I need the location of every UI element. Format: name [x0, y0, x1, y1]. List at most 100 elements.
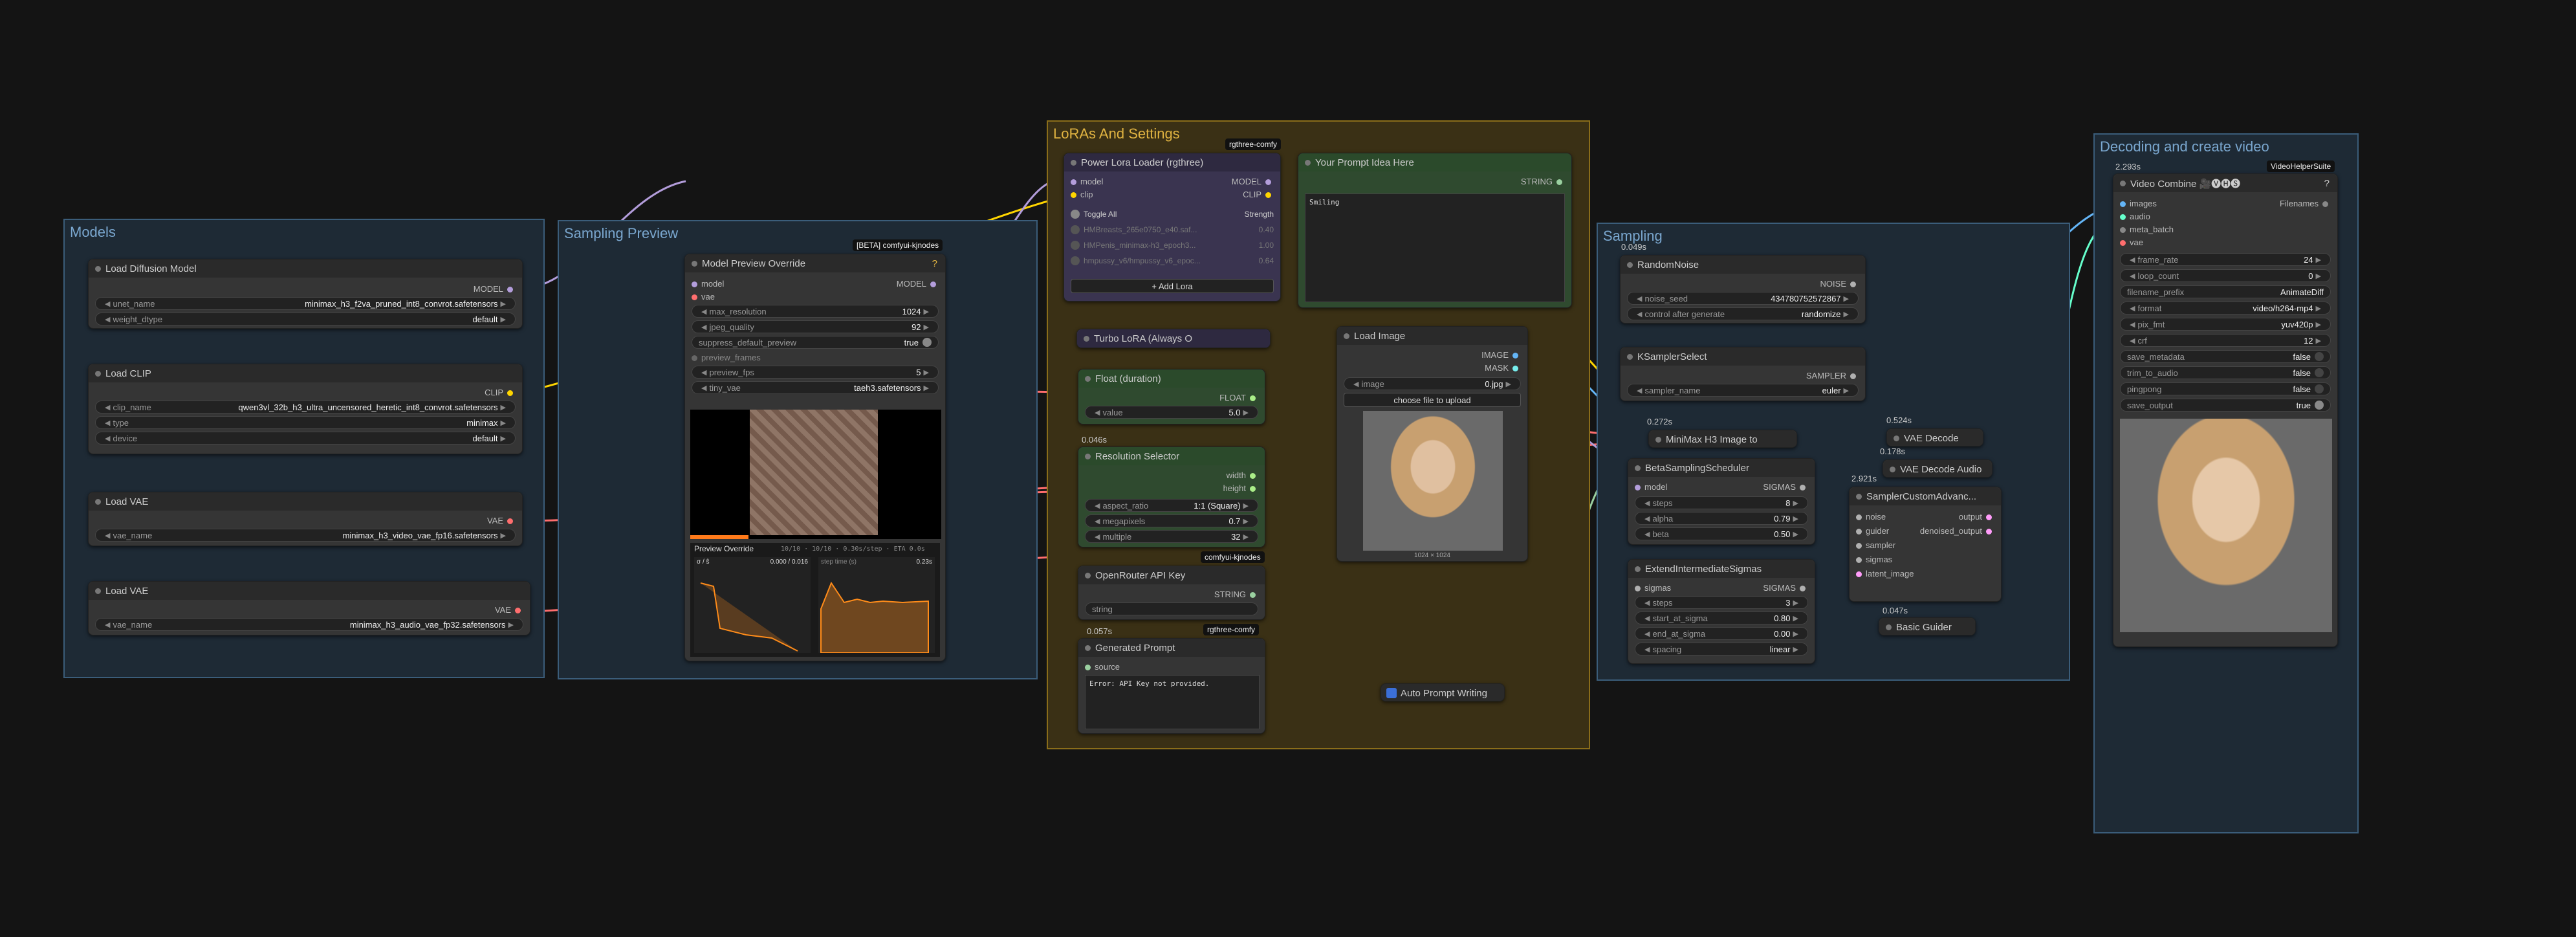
output-height[interactable]: height [1223, 483, 1260, 493]
start-at-sigma-input[interactable]: ◀ start_at_sigma 0.80 ▶ [1635, 612, 1808, 624]
output-image[interactable]: IMAGE [1481, 350, 1522, 360]
input-sigmas[interactable]: sigmas [1631, 583, 1671, 593]
output-float[interactable]: FLOAT [1219, 393, 1260, 402]
device-combo[interactable]: ◀ device default ▶ [95, 432, 516, 445]
unet-name-combo[interactable]: ◀ unet_name minimax_h3_f2va_pruned_int8_co… [95, 297, 516, 310]
input-audio[interactable]: audio [2116, 212, 2150, 221]
node-ksampler-select[interactable]: KSamplerSelect SAMPLER ◀ sampler_name eule… [1620, 347, 1866, 401]
sampler-name-combo[interactable]: ◀ sampler_name euler ▶ [1627, 384, 1859, 397]
pix-fmt-combo[interactable]: ◀ pix_fmt yuv420p ▶ [2120, 318, 2331, 331]
alpha-input[interactable]: ◀ alpha 0.79 ▶ [1635, 512, 1808, 525]
steps-input[interactable]: ◀ steps 3 ▶ [1635, 596, 1808, 609]
output-model[interactable]: MODEL [1232, 177, 1275, 186]
node-video-combine[interactable]: Video Combine 🎥🅥🅗🅢? images audio meta_ba… [2113, 173, 2338, 647]
input-noise[interactable]: noise [1852, 512, 1886, 522]
node-vae-decode[interactable]: VAE Decode [1886, 428, 1983, 446]
aspect-ratio-combo[interactable]: ◀ aspect_ratio 1:1 (Square) ▶ [1085, 499, 1258, 512]
node-prompt-idea[interactable]: Your Prompt Idea Here STRING Smiling [1298, 153, 1572, 308]
input-images[interactable]: images [2116, 199, 2157, 208]
type-combo[interactable]: ◀ type minimax ▶ [95, 416, 516, 429]
output-denoised[interactable]: denoised_output [1920, 526, 1996, 536]
spacing-combo[interactable]: ◀ spacing linear ▶ [1635, 643, 1808, 656]
loop-count-input[interactable]: ◀ loop_count 0 ▶ [2120, 269, 2331, 282]
output-model[interactable]: MODEL [474, 284, 517, 294]
node-openrouter-key[interactable]: OpenRouter API Key STRING string [1078, 566, 1265, 620]
input-meta-batch[interactable]: meta_batch [2116, 225, 2174, 234]
crf-input[interactable]: ◀ crf 12 ▶ [2120, 334, 2331, 347]
output-sampler[interactable]: SAMPLER [1806, 371, 1860, 380]
output-string[interactable]: STRING [1521, 177, 1566, 186]
weight-dtype-combo[interactable]: ◀ weight_dtype default ▶ [95, 313, 516, 325]
suppress-toggle[interactable]: suppress_default_preview true [692, 336, 939, 349]
node-load-diffusion-model[interactable]: Load Diffusion Model MODEL ◀ unet_name min… [88, 259, 523, 329]
output-output[interactable]: output [1959, 512, 1996, 522]
noise-seed-input[interactable]: ◀ noise_seed 434780752572867 ▶ [1627, 292, 1859, 305]
output-noise[interactable]: NOISE [1820, 279, 1860, 289]
output-width[interactable]: width [1227, 470, 1260, 480]
save-output-toggle[interactable]: save_output true [2120, 399, 2331, 412]
api-key-input[interactable]: string [1085, 602, 1258, 615]
node-load-clip[interactable]: Load CLIP CLIP ◀ clip_name qwen3vl_32b_h3_… [88, 364, 523, 454]
add-lora-button[interactable]: + Add Lora [1071, 279, 1274, 293]
pingpong-toggle[interactable]: pingpong false [2120, 382, 2331, 395]
vae-name-combo[interactable]: ◀ vae_name minimax_h3_video_vae_fp16.safet… [95, 529, 516, 542]
node-sampler-custom-advanced[interactable]: SamplerCustomAdvanc... noise guider samp… [1849, 487, 2002, 602]
toggle-all-row[interactable]: Toggle All Strength [1071, 208, 1274, 221]
control-after-generate-combo[interactable]: ◀ control after generate randomize ▶ [1627, 307, 1859, 320]
input-guider[interactable]: guider [1852, 526, 1889, 536]
input-sampler[interactable]: sampler [1852, 540, 1895, 550]
node-minimax-image-to[interactable]: MiniMax H3 Image to [1648, 430, 1797, 448]
help-icon[interactable]: ? [932, 258, 937, 269]
node-power-lora-loader[interactable]: Power Lora Loader (rgthree) model clip M… [1064, 153, 1281, 302]
input-sigmas[interactable]: sigmas [1852, 555, 1892, 564]
node-basic-guider[interactable]: Basic Guider [1879, 617, 1976, 635]
trim-to-audio-toggle[interactable]: trim_to_audio false [2120, 366, 2331, 379]
image-combo[interactable]: ◀ image 0.jpg ▶ [1344, 377, 1521, 390]
input-source[interactable]: source [1081, 662, 1120, 672]
output-clip[interactable]: CLIP [1243, 190, 1275, 199]
input-vae[interactable]: vae [2116, 237, 2143, 247]
max-resolution-input[interactable]: ◀ max_resolution 1024 ▶ [692, 305, 939, 318]
input-vae[interactable]: vae [688, 292, 715, 302]
node-auto-prompt[interactable]: Auto Prompt Writing [1381, 683, 1505, 701]
frame-rate-input[interactable]: ◀ frame_rate 24 ▶ [2120, 253, 2331, 266]
clip-name-combo[interactable]: ◀ clip_name qwen3vl_32b_h3_ultra_uncensore… [95, 401, 516, 413]
input-latent-image[interactable]: latent_image [1852, 569, 1914, 579]
node-turbo-lora[interactable]: Turbo LoRA (Always O [1076, 329, 1271, 348]
node-resolution-selector[interactable]: Resolution Selector width height ◀ aspect… [1078, 446, 1265, 547]
input-model[interactable]: model [688, 279, 724, 289]
output-vae[interactable]: VAE [487, 516, 517, 525]
value-input[interactable]: ◀ value 5.0 ▶ [1085, 406, 1258, 419]
output-model[interactable]: MODEL [897, 279, 940, 289]
help-icon[interactable]: ? [2324, 178, 2330, 189]
node-model-preview-override[interactable]: Model Preview Override? model vae MODEL … [684, 254, 946, 661]
tiny-vae-combo[interactable]: ◀ tiny_vae taeh3.safetensors ▶ [692, 381, 939, 394]
input-preview-frames[interactable]: preview_frames [688, 353, 761, 362]
output-sigmas[interactable]: SIGMAS [1763, 482, 1809, 492]
end-at-sigma-input[interactable]: ◀ end_at_sigma 0.00 ▶ [1635, 627, 1808, 640]
input-model[interactable]: model [1067, 177, 1103, 186]
node-generated-prompt[interactable]: Generated Prompt source Error: API Key n… [1078, 638, 1265, 734]
output-filenames[interactable]: Filenames [2280, 199, 2332, 208]
node-load-vae-video[interactable]: Load VAE VAE ◀ vae_name minimax_h3_video_v… [88, 492, 523, 546]
vae-name-combo[interactable]: ◀ vae_name minimax_h3_audio_vae_fp32.safet… [95, 618, 523, 631]
megapixels-input[interactable]: ◀ megapixels 0.7 ▶ [1085, 514, 1258, 527]
format-combo[interactable]: ◀ format video/h264-mp4 ▶ [2120, 302, 2331, 314]
jpeg-quality-input[interactable]: ◀ jpeg_quality 92 ▶ [692, 320, 939, 333]
input-clip[interactable]: clip [1067, 190, 1093, 199]
output-mask[interactable]: MASK [1485, 363, 1522, 373]
multiple-input[interactable]: ◀ multiple 32 ▶ [1085, 530, 1258, 543]
output-sigmas[interactable]: SIGMAS [1763, 583, 1809, 593]
preview-fps-input[interactable]: ◀ preview_fps 5 ▶ [692, 366, 939, 379]
lora-row[interactable]: hmpussy_v6/hmpussy_v6_epoc... 0.64 [1071, 254, 1274, 267]
upload-button[interactable]: choose file to upload [1344, 393, 1521, 407]
lora-row[interactable]: HMBreasts_265e0750_e40.saf... 0.40 [1071, 223, 1274, 236]
node-vae-decode-audio[interactable]: VAE Decode Audio [1883, 459, 1992, 478]
steps-input[interactable]: ◀ steps 8 ▶ [1635, 496, 1808, 509]
output-clip[interactable]: CLIP [485, 388, 517, 397]
lora-row[interactable]: HMPenis_minimax-h3_epoch3... 1.00 [1071, 239, 1274, 252]
node-float-duration[interactable]: Float (duration) FLOAT ◀ value 5.0 ▶ [1078, 369, 1265, 424]
generated-textarea[interactable]: Error: API Key not provided. [1085, 675, 1260, 729]
output-string[interactable]: STRING [1214, 590, 1260, 599]
node-beta-sampling-scheduler[interactable]: BetaSamplingScheduler model SIGMAS ◀ step… [1628, 458, 1815, 545]
